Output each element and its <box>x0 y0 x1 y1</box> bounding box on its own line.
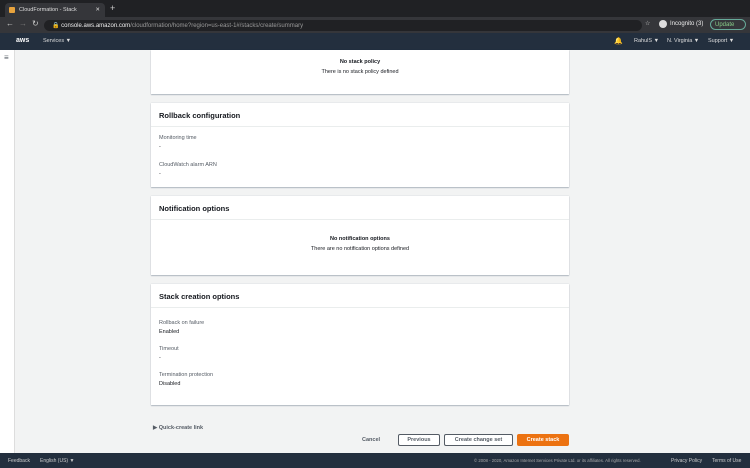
language-selector[interactable]: English (US) ▼ <box>40 458 74 464</box>
bell-icon[interactable]: 🔔 <box>614 37 623 45</box>
copyright-text: © 2008 - 2020, Amazon Internet Services … <box>474 458 641 463</box>
terms-of-use-link[interactable]: Terms of Use <box>712 458 741 464</box>
browser-tab-bar: CloudFormation - Stack ✕ + <box>0 0 750 17</box>
field-value: - <box>159 144 161 150</box>
aws-logo[interactable]: aws <box>16 37 29 44</box>
lock-icon: 🔒 <box>52 23 62 29</box>
quick-create-link-toggle[interactable]: ▶ Quick-create link <box>153 425 203 431</box>
notification-title: Notification options <box>151 196 569 220</box>
browser-tab[interactable]: CloudFormation - Stack ✕ <box>5 3 105 17</box>
bookmark-star-icon[interactable]: ☆ <box>645 20 650 27</box>
address-bar-row: ← → ↻ 🔒 console.aws.amazon.com/cloudform… <box>0 17 750 33</box>
stack-policy-title: No stack policy <box>339 59 381 65</box>
url-path: /cloudformation/home?region=us-east-1#/s… <box>130 22 304 29</box>
new-tab-icon[interactable]: + <box>110 3 115 13</box>
notification-card: Notification options No notification opt… <box>151 196 569 275</box>
sidebar: ≡ <box>0 50 15 453</box>
field-value: - <box>159 355 161 361</box>
forward-icon[interactable]: → <box>19 19 27 28</box>
notification-empty-desc: There are no notification options define… <box>310 246 410 252</box>
field-value: Disabled <box>159 381 181 387</box>
services-menu[interactable]: Services ▼ <box>43 38 71 44</box>
field-label: Termination protection <box>159 372 214 378</box>
field-label: Monitoring time <box>159 135 197 141</box>
hamburger-menu-icon[interactable]: ≡ <box>4 53 9 62</box>
privacy-policy-link[interactable]: Privacy Policy <box>671 458 702 464</box>
field-value: - <box>159 171 161 177</box>
region-menu[interactable]: N. Virginia ▼ <box>667 38 699 44</box>
feedback-link[interactable]: Feedback <box>8 458 30 464</box>
cancel-button[interactable]: Cancel <box>362 437 380 443</box>
url-host: console.aws.amazon.com <box>61 22 131 29</box>
stack-creation-title: Stack creation options <box>151 284 569 308</box>
stack-policy-desc: There is no stack policy defined <box>321 69 399 75</box>
profile-label[interactable]: Incognito (3) <box>670 21 703 27</box>
field-label: Rollback on failure <box>159 320 205 326</box>
close-tab-icon[interactable]: ✕ <box>95 7 100 13</box>
stack-policy-card: No stack policy There is no stack policy… <box>151 50 569 94</box>
rollback-card: Rollback configuration Monitoring time -… <box>151 103 569 187</box>
footer: Feedback English (US) ▼ © 2008 - 2020, A… <box>0 453 750 468</box>
stack-creation-card: Stack creation options Rollback on failu… <box>151 284 569 405</box>
field-label: CloudWatch alarm ARN <box>159 162 217 168</box>
incognito-icon <box>659 20 667 28</box>
url-input[interactable]: 🔒 console.aws.amazon.com/cloudformation/… <box>44 20 642 31</box>
update-button[interactable]: Update <box>710 19 746 30</box>
favicon-icon <box>9 7 15 13</box>
field-value: Enabled <box>159 329 180 335</box>
previous-button[interactable]: Previous <box>398 434 440 446</box>
aws-top-nav: aws Services ▼ 🔔 RahulS ▼ N. Virginia ▼ … <box>0 33 750 50</box>
field-label: Timeout <box>159 346 179 352</box>
support-menu[interactable]: Support ▼ <box>708 38 734 44</box>
create-stack-button[interactable]: Create stack <box>517 434 569 446</box>
notification-empty-title: No notification options <box>330 236 390 242</box>
rollback-title: Rollback configuration <box>151 103 569 127</box>
create-change-set-button[interactable]: Create change set <box>444 434 513 446</box>
reload-icon[interactable]: ↻ <box>32 19 39 28</box>
back-icon[interactable]: ← <box>6 19 14 28</box>
quick-create-label: Quick-create link <box>158 425 204 431</box>
tab-title: CloudFormation - Stack <box>19 7 77 13</box>
user-menu[interactable]: RahulS ▼ <box>634 38 659 44</box>
